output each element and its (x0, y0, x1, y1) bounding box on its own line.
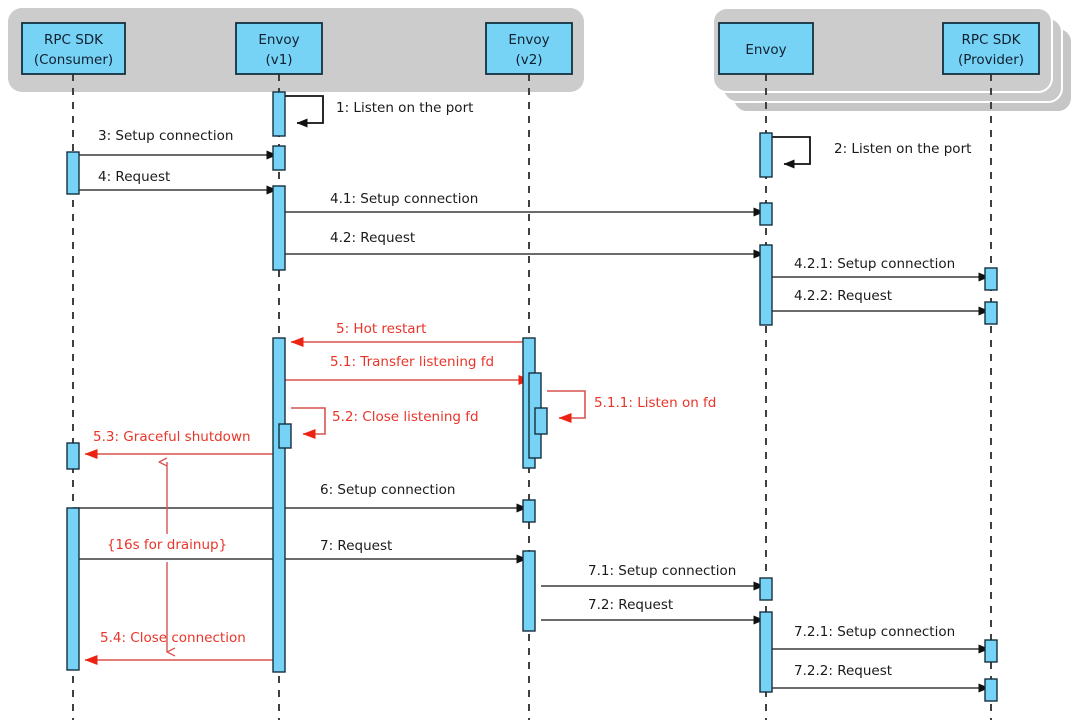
activation-envoy-v2-listen-fd (534, 407, 548, 435)
activation-sdk-provider-req722 (984, 678, 998, 702)
activation-sdk-provider-setup721 (984, 639, 998, 663)
message-5-1-1-arrow (547, 390, 586, 423)
activation-envoy-right-setup71 (759, 577, 773, 601)
activation-envoy-right-req72 (759, 611, 773, 693)
message-label-5-4: 5.4: Close connection (100, 630, 246, 646)
participant-label-rpc-sdk-provider-line1: RPC SDK (961, 32, 1021, 48)
participant-label-envoy-provider-side-line1: Envoy (745, 42, 786, 58)
activation-envoy-v1-close-fd (278, 423, 292, 449)
participant-label-rpc-sdk-provider-line2: (Provider) (958, 52, 1024, 68)
activation-envoy-v1-request (272, 185, 286, 271)
activation-envoy-v2-setup6 (522, 499, 536, 523)
message-label-3: 3: Setup connection (98, 128, 233, 144)
sequence-diagram-canvas: RPC SDK (Consumer) Envoy (v1) Envoy (v2)… (0, 0, 1080, 726)
message-label-7-2: 7.2: Request (588, 597, 673, 613)
message-1-listen-on-the-port (285, 95, 324, 128)
activation-sdk-provider-setup (984, 267, 998, 291)
participant-label-envoy-v2-line1: Envoy (508, 32, 549, 48)
activation-sdk-provider-request (984, 301, 998, 325)
participant-label-envoy-v1-line1: Envoy (258, 32, 299, 48)
message-label-4-2-2: 4.2.2: Request (794, 288, 892, 304)
message-label-5-3: 5.3: Graceful shutdown (93, 429, 251, 445)
message-label-7-2-1: 7.2.1: Setup connection (794, 624, 955, 640)
message-label-7: 7: Request (320, 538, 392, 554)
activation-envoy-right-request (759, 244, 773, 326)
participant-envoy-provider-side[interactable]: Envoy (718, 22, 814, 75)
participant-rpc-sdk-provider[interactable]: RPC SDK (Provider) (942, 22, 1040, 75)
activation-envoy-v1-listen (272, 91, 286, 137)
message-label-4-1: 4.1: Setup connection (330, 191, 478, 207)
activation-envoy-right-listen (759, 132, 773, 178)
activation-envoy-right-setup (759, 202, 773, 226)
activation-consumer-second (66, 507, 80, 671)
message-label-4: 4: Request (98, 169, 170, 185)
message-label-4-2: 4.2: Request (330, 230, 415, 246)
message-label-1: 1: Listen on the port (336, 100, 473, 116)
activation-envoy-v1-setup (272, 145, 286, 171)
message-label-5: 5: Hot restart (336, 321, 426, 337)
participant-label-envoy-v2-line2: (v2) (515, 52, 542, 68)
duration-constraint-label: {16s for drainup} (107, 537, 227, 553)
message-label-5-1-1: 5.1.1: Listen on fd (594, 395, 716, 411)
message-2-arrow (772, 136, 811, 169)
message-1-arrow (285, 95, 324, 128)
activation-consumer-shutdown (66, 442, 80, 470)
participant-envoy-v1[interactable]: Envoy (v1) (235, 22, 323, 75)
activation-envoy-v1-hotrestart (272, 337, 286, 673)
message-label-7-1: 7.1: Setup connection (588, 563, 736, 579)
activations-group (66, 91, 998, 702)
message-5-2-arrow (291, 407, 326, 439)
message-label-4-2-1: 4.2.1: Setup connection (794, 256, 955, 272)
participant-envoy-v2[interactable]: Envoy (v2) (485, 22, 573, 75)
sequence-diagram-svg: RPC SDK (Consumer) Envoy (v1) Envoy (v2)… (8, 7, 1073, 720)
message-label-2: 2: Listen on the port (834, 141, 971, 157)
message-label-7-2-2: 7.2.2: Request (794, 663, 892, 679)
message-label-6: 6: Setup connection (320, 482, 455, 498)
message-label-5-2: 5.2: Close listening fd (332, 409, 479, 425)
message-label-5-1: 5.1: Transfer listening fd (330, 354, 494, 370)
participant-label-rpc-sdk-consumer-line2: (Consumer) (34, 52, 113, 68)
participant-label-envoy-v1-line2: (v1) (265, 52, 292, 68)
participant-label-rpc-sdk-consumer-line1: RPC SDK (44, 32, 104, 48)
activation-envoy-v2-request7 (522, 550, 536, 632)
activation-consumer-first (66, 151, 80, 195)
participant-rpc-sdk-consumer[interactable]: RPC SDK (Consumer) (21, 22, 126, 75)
